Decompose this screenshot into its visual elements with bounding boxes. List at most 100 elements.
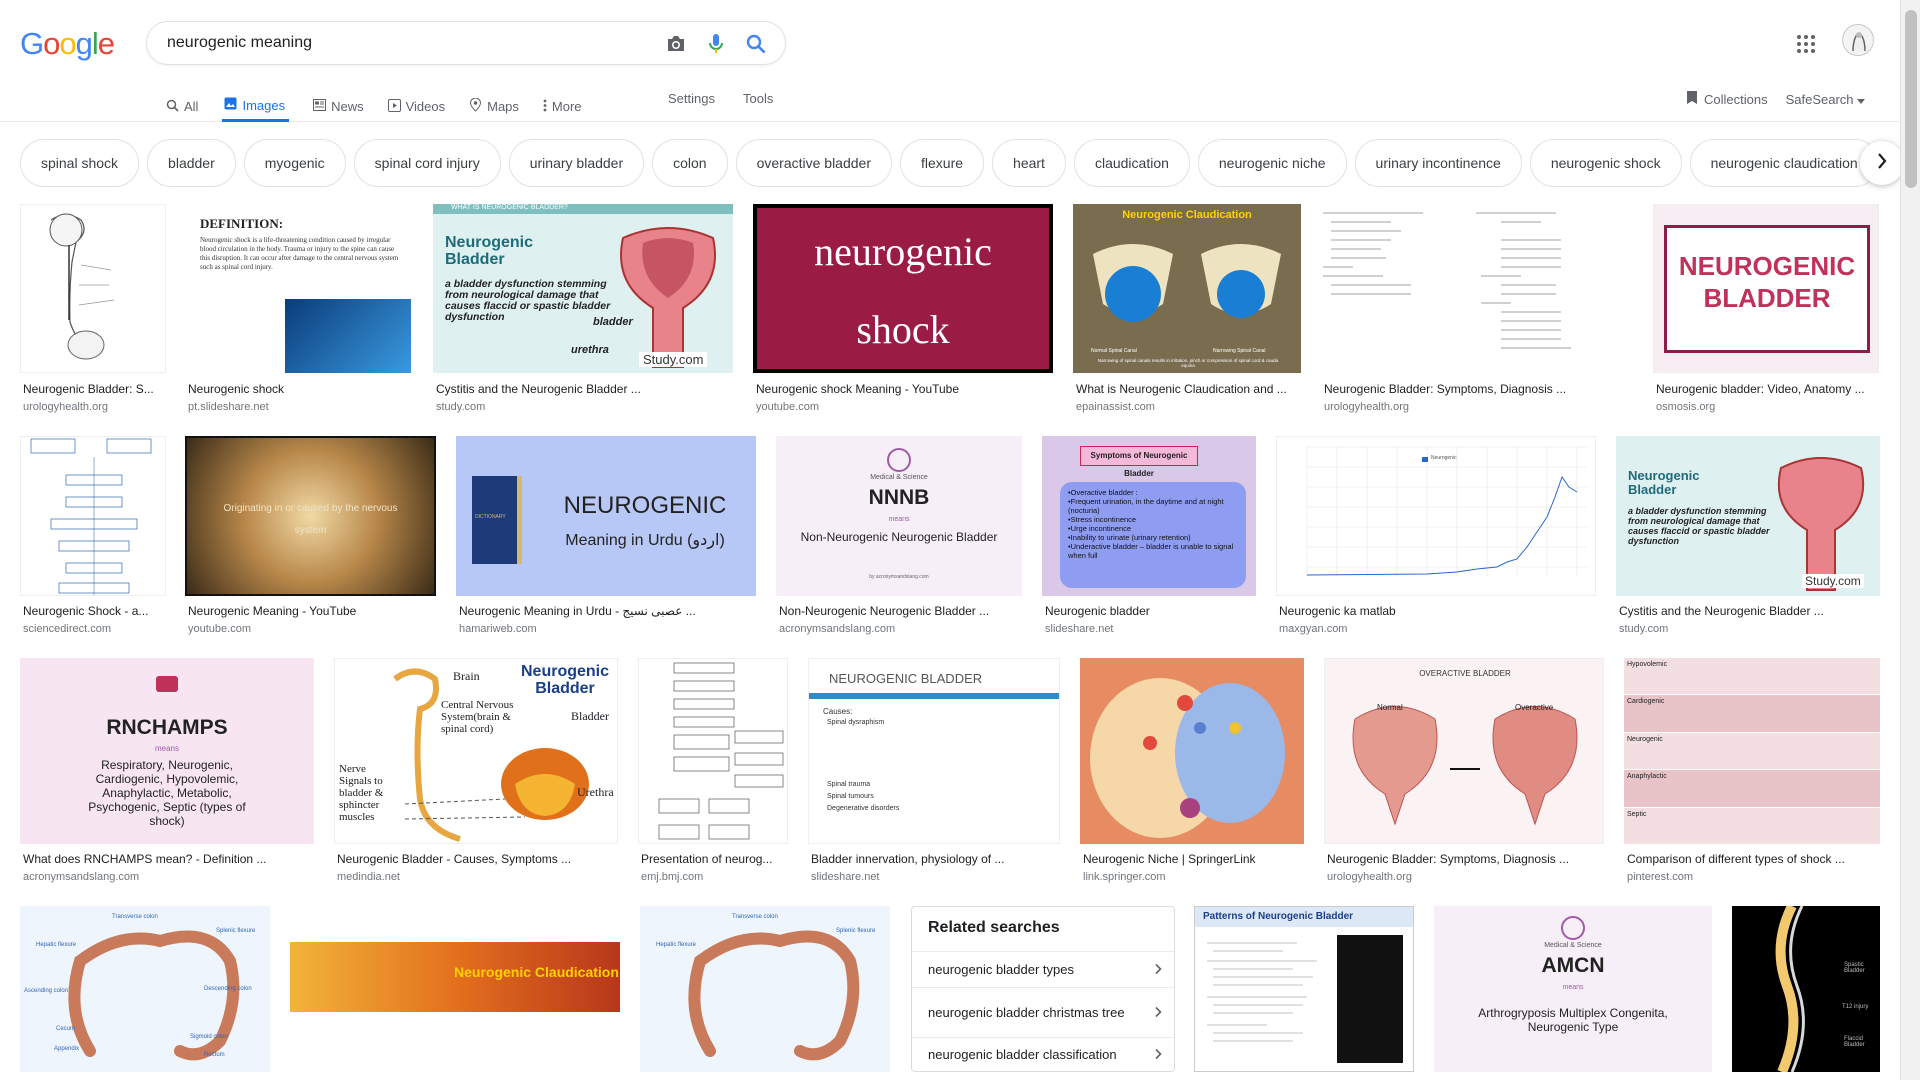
thumb-list-item: •Frequent urination, in the daytime and … [1068, 497, 1224, 515]
thumb-by: by acronymsandslang.com [869, 574, 929, 580]
image-result[interactable]: Spastic Bladder T12 injury Flaccid Bladd… [1732, 906, 1880, 1072]
thumb-acronym: RNCHAMPS [106, 716, 228, 739]
chip[interactable]: urinary bladder [508, 139, 645, 187]
image-result[interactable]: Neurogenic Bladder Brain Central Nervous… [334, 658, 618, 890]
chip[interactable]: heart [992, 139, 1066, 187]
thumb-title: Neurogenic Bladder [1628, 468, 1700, 497]
image-result[interactable]: NEUROGENIC BLADDER Neurogenic bladder: V… [1653, 204, 1879, 418]
tab-all[interactable]: All [166, 84, 198, 122]
related-search-item[interactable]: neurogenic bladder classification [912, 1037, 1174, 1071]
thumb-heading: DEFINITION: [200, 216, 284, 231]
result-thumbnail: Symptoms of Neurogenic Bladder •Overacti… [1042, 436, 1256, 596]
thumb-title: Patterns of Neurogenic Bladder [1195, 907, 1413, 927]
camera-icon[interactable] [664, 32, 688, 56]
image-result[interactable]: Hypovolemic Cardiogenic Neurogenic Anaph… [1624, 658, 1880, 890]
thumb-label: Sigmoid colon [190, 1034, 228, 1040]
chip[interactable]: neurogenic shock [1529, 139, 1682, 187]
chip[interactable]: claudication [1073, 139, 1190, 187]
avatar[interactable] [1842, 24, 1874, 56]
apps-grid-icon[interactable] [1794, 32, 1818, 56]
image-result[interactable]: Neurogenic Claudication [290, 906, 620, 1072]
image-result[interactable]: Patterns of Neurogenic Bladder [1194, 906, 1414, 1072]
page-scrollbar[interactable] [1900, 0, 1920, 1080]
safesearch-menu[interactable]: SafeSearch [1786, 92, 1865, 107]
thumb-label: Overactive [1515, 703, 1554, 712]
microphone-icon[interactable] [704, 32, 728, 56]
thumb-list: •Overactive bladder : •Frequent urinatio… [1060, 482, 1246, 588]
result-title: Neurogenic Shock - a... [23, 604, 149, 618]
thumb-label: Narrowing Spinal Canal [1213, 348, 1266, 354]
image-result[interactable]: DICTIONARY NEUROGENIC Meaning in Urdu (ا… [456, 436, 756, 641]
tools-link[interactable]: Tools [743, 91, 773, 106]
result-thumbnail: Neurogenic Bladder a bladder dysfunction… [1616, 436, 1880, 596]
thumb-label: Transverse colon [732, 914, 778, 920]
search-icon[interactable] [744, 32, 768, 56]
thumb-small: Medical & Science [1544, 942, 1602, 949]
image-result[interactable]: Neurogenic Shock - a... sciencedirect.co… [20, 436, 166, 641]
image-result[interactable]: Neurogenic Claudication Normal Spinal Ca… [1073, 204, 1301, 418]
thumb-label: Normal Spinal Canal [1091, 348, 1137, 354]
thumb-banner: WHAT IS NEUROGENIC BLADDER? [433, 204, 733, 214]
related-search-item[interactable]: neurogenic bladder christmas tree [912, 987, 1174, 1037]
bookmark-icon [1686, 90, 1698, 108]
chip[interactable]: neurogenic niche [1197, 139, 1347, 187]
settings-link[interactable]: Settings [668, 91, 715, 106]
image-result[interactable]: Originating in or caused by the nervous … [185, 436, 436, 641]
chip[interactable]: spinal shock [20, 139, 140, 187]
search-input[interactable] [167, 22, 637, 64]
result-title: Cystitis and the Neurogenic Bladder ... [436, 382, 641, 396]
chip[interactable]: urinary incontinence [1354, 139, 1522, 187]
result-site: slideshare.net [1045, 623, 1114, 635]
google-logo[interactable]: Google [20, 26, 115, 62]
image-result[interactable]: Medical & Science NNNB means Non-Neuroge… [776, 436, 1022, 641]
thumb-means: means [154, 744, 179, 753]
result-title: Neurogenic Bladder: Symptoms, Diagnosis … [1324, 382, 1567, 396]
image-result[interactable]: Neurogenic Bladder a bladder dysfunction… [1616, 436, 1880, 641]
image-result[interactable]: WHAT IS NEUROGENIC BLADDER? Neurogenic B… [433, 204, 733, 418]
image-result[interactable]: OVERACTIVE BLADDER Normal Overactive Neu… [1324, 658, 1604, 890]
image-result[interactable]: Presentation of neurog... emj.bmj.com [638, 658, 788, 890]
tab-maps[interactable]: Maps [469, 84, 519, 122]
image-result[interactable]: Neurogenic Bladder: Symptoms, Diagnosis … [1321, 204, 1634, 418]
scrollbar-thumb[interactable] [1905, 10, 1917, 188]
image-result[interactable]: Neurogenic Neurogenic ka matlab maxgyan.… [1276, 436, 1596, 641]
thumb-label: T12 injury [1842, 1004, 1869, 1010]
thumb-book: DICTIONARY [475, 514, 506, 520]
result-title: Neurogenic Meaning - YouTube [188, 604, 357, 618]
result-title: Neurogenic Niche | SpringerLink [1083, 852, 1256, 866]
image-result[interactable]: DEFINITION: Neurogenic shock is a life-t… [185, 204, 411, 418]
tab-images[interactable]: Images [222, 84, 290, 122]
image-result[interactable]: Transverse colon Hepatic flexure Splenic… [20, 906, 270, 1072]
chip[interactable]: bladder [147, 139, 236, 187]
tab-more[interactable]: More [543, 84, 582, 122]
result-site: medindia.net [337, 871, 400, 883]
result-thumbnail: DEFINITION: Neurogenic shock is a life-t… [185, 204, 411, 373]
chip[interactable]: spinal cord injury [353, 139, 501, 187]
logo-letter: e [97, 26, 115, 61]
chip[interactable]: colon [652, 139, 728, 187]
tab-news[interactable]: News [313, 84, 364, 122]
result-thumbnail: Transverse colon Hepatic flexure Splenic… [20, 906, 270, 1072]
image-result[interactable]: Symptoms of Neurogenic Bladder •Overacti… [1042, 436, 1256, 641]
chip[interactable]: myogenic [243, 139, 346, 187]
result-site: maxgyan.com [1279, 623, 1348, 635]
image-result[interactable]: Medical & Science AMCN means Arthrogrypo… [1434, 906, 1712, 1072]
related-search-item[interactable]: neurogenic bladder types [912, 951, 1174, 987]
image-result[interactable]: Neurogenic Niche | SpringerLink link.spr… [1080, 658, 1304, 890]
chips-next-button[interactable] [1860, 141, 1904, 185]
thumb-caption: Narrowing of spinal canals results in ir… [1097, 358, 1279, 368]
image-result[interactable]: NEUROGENIC BLADDER Causes: Spinal dysrap… [808, 658, 1060, 890]
chip[interactable]: overactive bladder [735, 139, 892, 187]
image-result[interactable]: Neurogenic Bladder: S... urologyhealth.o… [20, 204, 166, 418]
tab-videos[interactable]: Videos [387, 84, 445, 122]
collections-link[interactable]: Collections [1686, 90, 1768, 108]
image-result[interactable]: neurogenic shock Neurogenic shock Meanin… [753, 204, 1053, 418]
image-result[interactable]: RNCHAMPS means Respiratory, Neurogenic, … [20, 658, 314, 890]
result-thumbnail: Spastic Bladder T12 injury Flaccid Bladd… [1732, 906, 1880, 1072]
tab-label: Maps [487, 99, 519, 114]
chip[interactable]: flexure [900, 139, 985, 187]
image-result[interactable]: Transverse colon Hepatic flexure Splenic… [640, 906, 890, 1072]
thumb-line: neurogenic [814, 229, 992, 274]
chip[interactable]: neurogenic claudication [1689, 139, 1879, 187]
related-searches-panel: Related searches neurogenic bladder type… [911, 906, 1175, 1072]
